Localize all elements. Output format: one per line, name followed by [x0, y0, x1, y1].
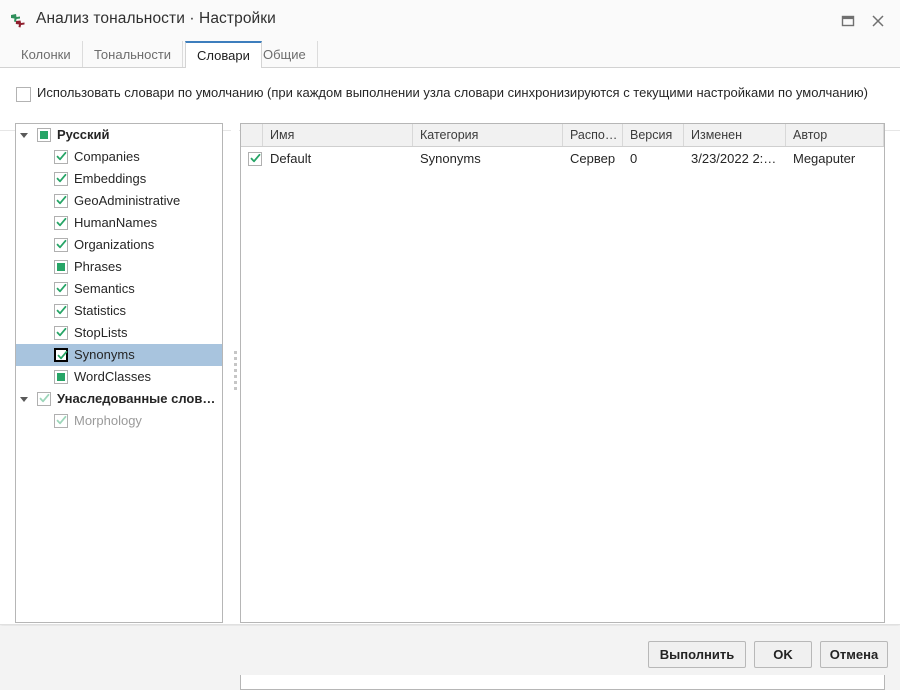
- column-header[interactable]: Автор: [786, 124, 884, 146]
- cell-location: Сервер: [570, 151, 616, 166]
- chevron-down-icon[interactable]: [20, 397, 28, 405]
- tree-item-label: Русский: [57, 127, 110, 142]
- tree-item-label: WordClasses: [74, 369, 152, 384]
- tree-item[interactable]: Унаследованные слов…: [16, 388, 222, 410]
- tree-item-label: Synonyms: [74, 347, 135, 362]
- tree-item-label: Embeddings: [74, 171, 147, 186]
- column-header[interactable]: Распо…: [563, 124, 623, 146]
- column-header[interactable]: Категория: [413, 124, 563, 146]
- tree-item[interactable]: StopLists: [16, 322, 222, 344]
- dictionary-tree[interactable]: Русский Companies Embeddings GeoAdministrat…: [15, 123, 223, 623]
- tree-item-checkbox[interactable]: [54, 348, 68, 362]
- tree-item[interactable]: Phrases: [16, 256, 222, 278]
- tree-item[interactable]: Semantics: [16, 278, 222, 300]
- tree-item-checkbox[interactable]: [54, 238, 68, 252]
- run-button[interactable]: Выполнить: [648, 641, 746, 668]
- tab-obshchie[interactable]: Общие: [252, 41, 318, 68]
- tree-item-label: StopLists: [74, 325, 128, 340]
- tree-item-checkbox[interactable]: [54, 282, 68, 296]
- row-checkbox[interactable]: [248, 152, 262, 166]
- use-default-dictionaries-label: Использовать словари по умолчанию (при к…: [37, 85, 868, 100]
- window-title: Анализ тональности · Настройки: [36, 10, 276, 27]
- tree-item-label: Companies: [74, 149, 140, 164]
- cancel-button[interactable]: Отмена: [820, 641, 888, 668]
- tree-item-checkbox[interactable]: [54, 326, 68, 340]
- dictionary-table[interactable]: Имя Категория Распо… Версия Изменен Автор Def…: [240, 123, 885, 623]
- tree-item-label: Semantics: [74, 281, 135, 296]
- cell-name: Default: [270, 151, 312, 166]
- splitter-grip-icon: [234, 351, 237, 395]
- maximize-icon[interactable]: [838, 11, 858, 31]
- tree-item-checkbox[interactable]: [54, 150, 68, 164]
- tree-item-label: Phrases: [74, 259, 122, 274]
- vertical-splitter[interactable]: [231, 123, 239, 623]
- cell-category: Synonyms: [420, 151, 481, 166]
- tree-item[interactable]: GeoAdministrative: [16, 190, 222, 212]
- sentiment-analysis-icon: [9, 11, 29, 29]
- tree-item[interactable]: Companies: [16, 146, 222, 168]
- tree-item-checkbox[interactable]: [37, 128, 51, 142]
- cell-version: 0: [630, 151, 638, 166]
- close-icon[interactable]: [868, 11, 888, 31]
- tree-item[interactable]: Organizations: [16, 234, 222, 256]
- tree-item-label: Organizations: [74, 237, 155, 252]
- chevron-down-icon[interactable]: [20, 133, 28, 141]
- cell-modified: 3/23/2022 2:…: [691, 151, 777, 166]
- tree-item-checkbox[interactable]: [54, 370, 68, 384]
- table-header: Имя Категория Распо… Версия Изменен Автор: [241, 124, 884, 147]
- tree-item-checkbox[interactable]: [54, 216, 68, 230]
- column-header[interactable]: Изменен: [684, 124, 786, 146]
- tree-item[interactable]: Русский: [16, 124, 222, 146]
- use-default-dictionaries-row[interactable]: Использовать словари по умолчанию (при к…: [14, 83, 876, 127]
- settings-dialog: Анализ тональности · Настройки Колонки Т…: [0, 0, 900, 690]
- column-header[interactable]: Версия: [623, 124, 684, 146]
- table-row[interactable]: Default Synonyms Сервер 0 3/23/2022 2:… Megap…: [241, 147, 884, 171]
- tree-item-checkbox[interactable]: [54, 260, 68, 274]
- tab-tonalnosti[interactable]: Тональности: [83, 41, 184, 68]
- tree-item[interactable]: Morphology: [16, 410, 222, 432]
- tree-item-checkbox[interactable]: [54, 304, 68, 318]
- title-bar: Анализ тональности · Настройки: [0, 0, 900, 40]
- tree-item-label: Morphology: [74, 413, 142, 428]
- column-header[interactable]: [241, 124, 263, 146]
- tree-item-checkbox[interactable]: [54, 194, 68, 208]
- tree-item-label: HumanNames: [74, 215, 158, 230]
- tab-kolonki[interactable]: Колонки: [10, 41, 83, 68]
- dialog-footer: Выполнить OK Отмена: [0, 626, 900, 675]
- tree-item-checkbox[interactable]: [54, 414, 68, 428]
- dictionaries-panel: Использовать словари по умолчанию (при к…: [0, 68, 900, 690]
- column-header[interactable]: Имя: [263, 124, 413, 146]
- tree-item[interactable]: Synonyms: [16, 344, 222, 366]
- tree-item-label: GeoAdministrative: [74, 193, 181, 208]
- tree-item[interactable]: WordClasses: [16, 366, 222, 388]
- tree-item-label: Унаследованные слов…: [57, 391, 216, 406]
- tree-item[interactable]: Statistics: [16, 300, 222, 322]
- table-body: Default Synonyms Сервер 0 3/23/2022 2:… Megap…: [241, 147, 884, 171]
- tree-item-checkbox[interactable]: [37, 392, 51, 406]
- use-default-dictionaries-checkbox[interactable]: [16, 87, 31, 102]
- tree-item-checkbox[interactable]: [54, 172, 68, 186]
- tree-item[interactable]: HumanNames: [16, 212, 222, 234]
- tab-bar: Колонки Тональности Словари Общие: [0, 41, 900, 69]
- tree-item[interactable]: Embeddings: [16, 168, 222, 190]
- ok-button[interactable]: OK: [754, 641, 812, 668]
- cell-author: Megaputer: [793, 151, 856, 166]
- tree-item-label: Statistics: [74, 303, 127, 318]
- tab-slovari[interactable]: Словари: [185, 41, 262, 69]
